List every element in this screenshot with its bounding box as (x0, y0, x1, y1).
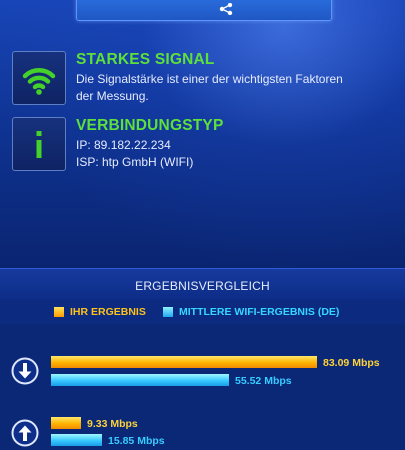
download-your-value: 83.09 Mbps (323, 357, 380, 369)
upload-arrow-icon (11, 419, 39, 447)
signal-description: Die Signalstärke ist einer der wichtigst… (76, 72, 343, 103)
connection-type-title: VERBINDUNGSTYP (76, 117, 224, 134)
download-your-bar (51, 356, 317, 368)
ip-address: IP: 89.182.22.234 (76, 138, 171, 152)
legend-swatch-average (163, 307, 173, 317)
upload-average-bar (51, 434, 102, 446)
download-arrow-icon (11, 357, 39, 385)
legend-swatch-yours (54, 307, 64, 317)
download-average-value: 55.52 Mbps (235, 375, 292, 387)
download-average-bar (51, 374, 229, 386)
comparison-legend: IHR ERGEBNIS MITTLERE WIFI-ERGEBNIS (DE) (0, 300, 405, 324)
comparison-title: ERGEBNISVERGLEICH (135, 279, 270, 293)
comparison-results: 83.09 Mbps 55.52 Mbps 9.33 Mbps 15.85 Mb… (0, 324, 405, 450)
comparison-header: ERGEBNISVERGLEICH (0, 268, 405, 301)
info-icon (12, 117, 66, 171)
upload-average-value: 15.85 Mbps (108, 435, 165, 447)
share-button[interactable] (76, 0, 332, 21)
connection-details: IP: 89.182.22.234 ISP: htp GmbH (WIFI) (76, 137, 396, 171)
signal-strength-info: STARKES SIGNAL Die Signalstärke ist eine… (12, 51, 402, 111)
connection-type-info: VERBINDUNGSTYP IP: 89.182.22.234 ISP: ht… (12, 117, 402, 177)
isp-name: ISP: htp GmbH (WIFI) (76, 155, 194, 169)
upload-your-bar (51, 417, 81, 429)
wifi-signal-icon (12, 51, 66, 105)
signal-title: STARKES SIGNAL (76, 51, 215, 68)
upload-your-value: 9.33 Mbps (87, 418, 138, 430)
share-icon (219, 3, 233, 15)
